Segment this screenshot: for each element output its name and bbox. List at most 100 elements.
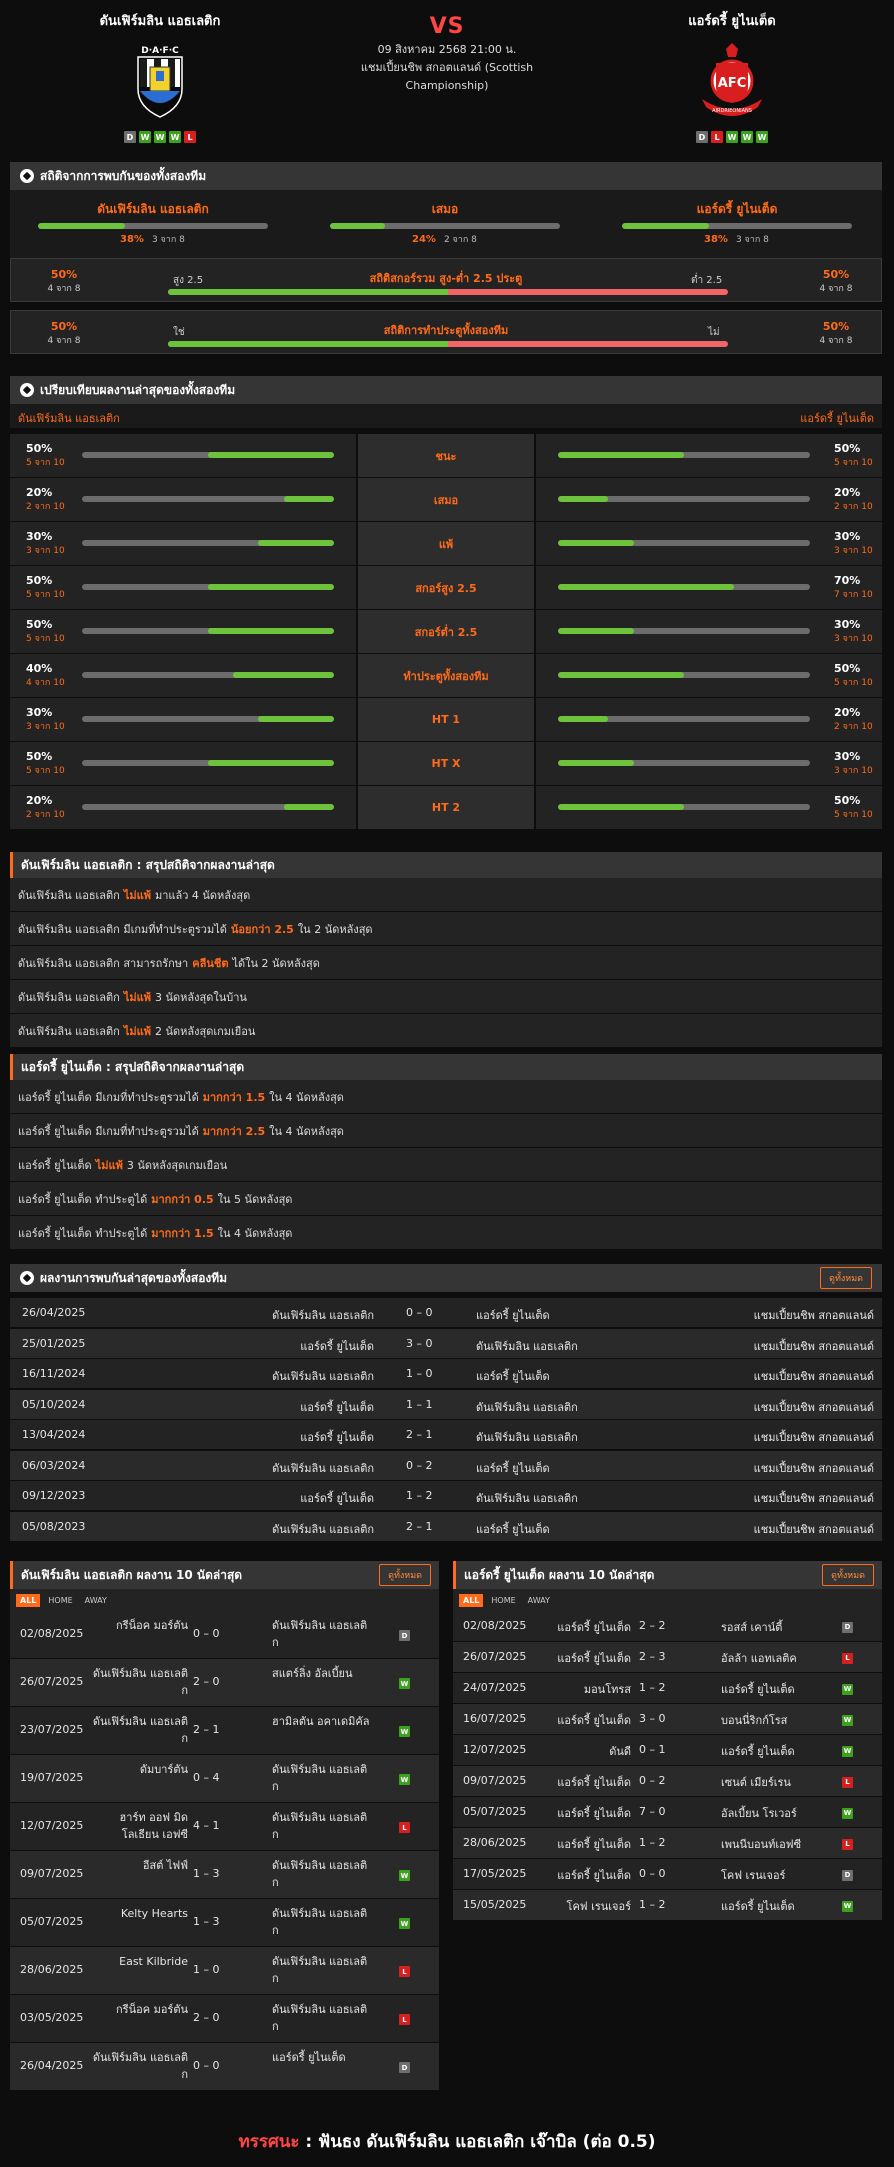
filter-tab-all[interactable]: ALL [459,1593,484,1607]
h2h-see-all-button[interactable]: ดูทั้งหมด [820,1267,872,1289]
recent-match-row[interactable]: 15/05/2025 โคฟ เรนเจอร์ 1 – 2 แอร์ดรี้ ยูไน… [453,1890,882,1921]
h2h-match-row[interactable]: 06/03/2024 ดันเฟิร์มลิน แอธเลติก 0 – 2 แอร์… [10,1450,882,1481]
match-home-team[interactable]: ฮาร์ท ออฟ มิดโลเธียน เอฟซี [88,1809,188,1843]
recent-match-row[interactable]: 05/07/2025 แอร์ดรี้ ยูไนเต็ด 7 – 0 อัลเบี้ย… [453,1797,882,1828]
match-home-team[interactable]: แอร์ดรี้ ยูไนเต็ด [531,1650,631,1667]
match-home-team[interactable]: ดันเฟิร์มลิน แอธเลติก [272,1367,374,1385]
summary-highlight: ไม่แพ้ [123,990,151,1004]
match-away-team[interactable]: แอร์ดรี้ ยูไนเต็ด [721,1898,821,1915]
match-home-team[interactable]: แอร์ดรี้ ยูไนเต็ด [300,1398,374,1416]
h2h-match-row[interactable]: 26/04/2025 ดันเฟิร์มลิน แอธเลติก 0 – 0 แอร์… [10,1298,882,1328]
recent-match-row[interactable]: 09/07/2025 อีสต์ ไฟฟ์ 1 – 3 ดันเฟิร์มลิน แอ… [10,1851,439,1899]
summary-post: ใน 4 นัดหลังสุด [269,1124,344,1138]
recent-match-row[interactable]: 03/05/2025 กรีน็อค มอร์ตัน 2 – 0 ดันเฟิร์มล… [10,1995,439,2043]
match-away-team[interactable]: ดันเฟิร์มลิน แอธเลติก [476,1489,578,1507]
match-away-team[interactable]: แอร์ดรี้ ยูไนเต็ด [476,1520,550,1538]
match-away-team[interactable]: รอสส์ เคาน์ตี้ [721,1619,821,1636]
match-away-team[interactable]: แอร์ดรี้ ยูไนเต็ด [721,1681,821,1698]
recent-match-row[interactable]: 12/07/2025 ฮาร์ท ออฟ มิดโลเธียน เอฟซี 4 – … [10,1803,439,1851]
filter-tab-home[interactable]: HOME [44,1594,76,1607]
match-away-team[interactable]: อัลล้า แอทเลติค [721,1650,821,1667]
recent-match-row[interactable]: 09/07/2025 แอร์ดรี้ ยูไนเต็ด 0 – 2 เซนต์ เม… [453,1766,882,1797]
match-home-team[interactable]: Kelty Hearts [88,1905,188,1922]
match-home-team[interactable]: แอร์ดรี้ ยูไนเต็ด [300,1428,374,1446]
away-team-name[interactable]: แอร์ดรี้ ยูไนเต็ด [612,10,852,31]
recent-match-row[interactable]: 23/07/2025 ดันเฟิร์มลิน แอธเลติก 2 – 1 ฮามิ… [10,1707,439,1755]
match-home-team[interactable]: แอร์ดรี้ ยูไนเต็ด [531,1774,631,1791]
match-away-team[interactable]: ดันเฟิร์มลิน แอธเลติก [272,1857,372,1891]
match-away-team[interactable]: ดันเฟิร์มลิน แอธเลติก [272,1953,372,1987]
match-away-team[interactable]: ดันเฟิร์มลิน แอธเลติก [272,2001,372,2035]
match-home-team[interactable]: กรีน็อค มอร์ตัน [88,2001,188,2018]
recent-match-row[interactable]: 05/07/2025 Kelty Hearts 1 – 3 ดันเฟิร์มลิน … [10,1899,439,1947]
away-team-block[interactable]: แอร์ดรี้ ยูไนเต็ด AFC AIRDRIEONIANS DLWW… [612,10,852,143]
match-away-team[interactable]: แอร์ดรี้ ยูไนเต็ด [476,1367,550,1385]
match-away-team[interactable]: เพนนีบอนท์เอฟซี [721,1836,821,1853]
match-away-team[interactable]: ดันเฟิร์มลิน แอธเลติก [476,1428,578,1446]
match-home-team[interactable]: ดันเฟิร์มลิน แอธเลติก [88,1713,188,1747]
match-away-team[interactable]: ดันเฟิร์มลิน แอธเลติก [476,1337,578,1355]
match-home-team[interactable]: โคฟ เรนเจอร์ [531,1898,631,1915]
recent-match-row[interactable]: 28/06/2025 แอร์ดรี้ ยูไนเต็ด 1 – 2 เพนนีบอน… [453,1828,882,1859]
recent-match-row[interactable]: 02/08/2025 กรีน็อค มอร์ตัน 0 – 0 ดันเฟิร์มล… [10,1611,439,1659]
match-away-team[interactable]: ดันเฟิร์มลิน แอธเลติก [476,1398,578,1416]
recent-match-row[interactable]: 19/07/2025 ดัมบาร์ตัน 0 – 4 ดันเฟิร์มลิน แอ… [10,1755,439,1803]
recent-match-row[interactable]: 02/08/2025 แอร์ดรี้ ยูไนเต็ด 2 – 2 รอสส์ เค… [453,1611,882,1642]
match-away-team[interactable]: สแตร์ลิ่ง อัลเบี้ยน [272,1665,372,1682]
match-home-team[interactable]: ดันเฟิร์มลิน แอธเลติก [272,1459,374,1477]
h2h-match-row[interactable]: 25/01/2025 แอร์ดรี้ ยูไนเต็ด 3 – 0 ดันเฟิร์… [10,1328,882,1359]
h2h-match-row[interactable]: 05/10/2024 แอร์ดรี้ ยูไนเต็ด 1 – 1 ดันเฟิร์… [10,1389,882,1420]
match-away-team[interactable]: ดันเฟิร์มลิน แอธเลติก [272,1761,372,1795]
recent-match-row[interactable]: 24/07/2025 มอนโทรส 1 – 2 แอร์ดรี้ ยูไนเต็ด W [453,1673,882,1704]
match-away-team[interactable]: ดันเฟิร์มลิน แอธเลติก [272,1617,372,1651]
h2h-match-row[interactable]: 13/04/2024 แอร์ดรี้ ยูไนเต็ด 2 – 1 ดันเฟิร์… [10,1420,882,1450]
match-home-team[interactable]: แอร์ดรี้ ยูไนเต็ด [531,1712,631,1729]
match-home-team[interactable]: แอร์ดรี้ ยูไนเต็ด [300,1337,374,1355]
match-away-team[interactable]: ดันเฟิร์มลิน แอธเลติก [272,1809,372,1843]
match-home-team[interactable]: ดันเฟิร์มลิน แอธเลติก [272,1306,374,1324]
filter-tab-away[interactable]: AWAY [524,1594,554,1607]
match-away-team[interactable]: ฮามิลตัน อคาเดมิคัล [272,1713,372,1730]
match-home-team[interactable]: กรีน็อค มอร์ตัน [88,1617,188,1634]
recent-match-row[interactable]: 26/07/2025 ดันเฟิร์มลิน แอธเลติก 2 – 0 สแตร… [10,1659,439,1707]
match-away-team[interactable]: บอนนี่ริกก์โรส [721,1712,821,1729]
match-home-team[interactable]: ดันเฟิร์มลิน แอธเลติก [88,1665,188,1699]
recent-match-row[interactable]: 26/07/2025 แอร์ดรี้ ยูไนเต็ด 2 – 3 อัลล้า แ… [453,1642,882,1673]
recent-match-row[interactable]: 17/05/2025 แอร์ดรี้ ยูไนเต็ด 0 – 0 โคฟ เรนเ… [453,1859,882,1890]
h2h-match-row[interactable]: 09/12/2023 แอร์ดรี้ ยูไนเต็ด 1 – 2 ดันเฟิร์… [10,1481,882,1511]
recent-match-row[interactable]: 26/04/2025 ดันเฟิร์มลิน แอธเลติก 0 – 0 แอร์… [10,2043,439,2091]
match-home-team[interactable]: ดันเฟิร์มลิน แอธเลติก [272,1520,374,1538]
match-away-team[interactable]: แอร์ดรี้ ยูไนเต็ด [476,1459,550,1477]
match-away-team[interactable]: อัลเบี้ยน โรเวอร์ [721,1805,821,1822]
match-away-team[interactable]: แอร์ดรี้ ยูไนเต็ด [476,1306,550,1324]
away-last10-see-all-button[interactable]: ดูทั้งหมด [822,1564,874,1586]
match-home-team[interactable]: อีสต์ ไฟฟ์ [88,1857,188,1874]
recent-match-row[interactable]: 16/07/2025 แอร์ดรี้ ยูไนเต็ด 3 – 0 บอนนี่ริ… [453,1704,882,1735]
match-home-team[interactable]: ดัมบาร์ตัน [88,1761,188,1778]
match-away-team[interactable]: ดันเฟิร์มลิน แอธเลติก [272,1905,372,1939]
match-home-team[interactable]: แอร์ดรี้ ยูไนเต็ด [300,1489,374,1507]
home-last10-see-all-button[interactable]: ดูทั้งหมด [379,1564,431,1586]
match-away-team[interactable]: โคฟ เรนเจอร์ [721,1867,821,1884]
match-away-team[interactable]: แอร์ดรี้ ยูไนเต็ด [272,2049,372,2066]
match-home-team[interactable]: East Kilbride [88,1953,188,1970]
match-home-team[interactable]: แอร์ดรี้ ยูไนเต็ด [531,1867,631,1884]
match-home-team[interactable]: แอร์ดรี้ ยูไนเต็ด [531,1619,631,1636]
recent-match-row[interactable]: 28/06/2025 East Kilbride 1 – 0 ดันเฟิร์มลิน… [10,1947,439,1995]
match-home-team[interactable]: ดันเฟิร์มลิน แอธเลติก [88,2049,188,2083]
home-team-block[interactable]: ดันเฟิร์มลิน แอธเลติก D·A·F·C DWWWL [40,10,280,143]
recent-match-row[interactable]: 12/07/2025 ดันดี 0 – 1 แอร์ดรี้ ยูไนเต็ด W [453,1735,882,1766]
match-away-team[interactable]: เซนต์ เมียร์เรน [721,1774,821,1791]
ou-left-label: สูง 2.5 [173,275,204,286]
filter-tab-all[interactable]: ALL [16,1593,41,1607]
match-home-team[interactable]: แอร์ดรี้ ยูไนเต็ด [531,1805,631,1822]
match-home-team[interactable]: แอร์ดรี้ ยูไนเต็ด [531,1836,631,1853]
h2h-match-row[interactable]: 16/11/2024 ดันเฟิร์มลิน แอธเลติก 1 – 0 แอร์… [10,1359,882,1389]
filter-tab-home[interactable]: HOME [487,1594,519,1607]
match-away-team[interactable]: แอร์ดรี้ ยูไนเต็ด [721,1743,821,1760]
filter-tab-away[interactable]: AWAY [81,1594,111,1607]
home-team-name[interactable]: ดันเฟิร์มลิน แอธเลติก [40,10,280,31]
h2h-match-row[interactable]: 05/08/2023 ดันเฟิร์มลิน แอธเลติก 2 – 1 แอร์… [10,1511,882,1542]
match-home-team[interactable]: มอนโทรส [531,1681,631,1698]
match-home-team[interactable]: ดันดี [531,1743,631,1760]
